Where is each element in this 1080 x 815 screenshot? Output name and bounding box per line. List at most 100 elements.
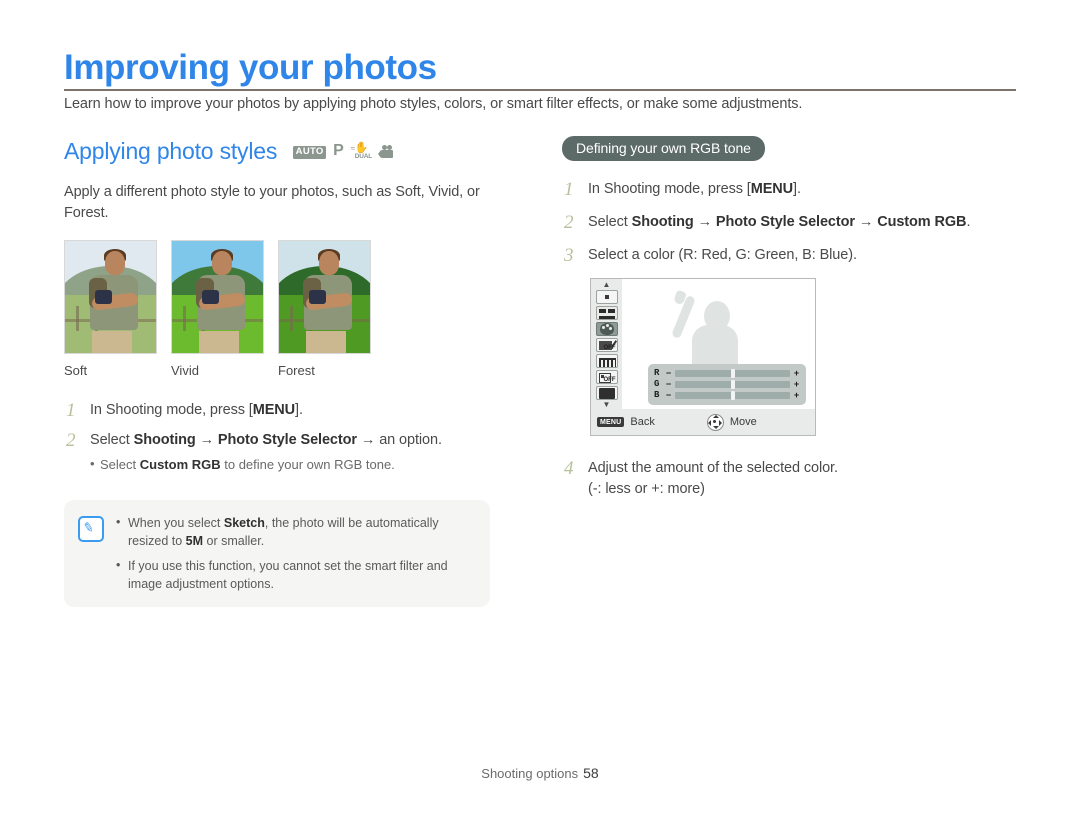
rgb-slider-track[interactable] <box>675 391 790 400</box>
step-item: 3 Select a color (R: Red, G: Green, B: B… <box>562 245 1022 266</box>
section-body-text: Apply a different photo style to your ph… <box>64 184 480 221</box>
left-step-list: 1 In Shooting mode, press [MENU]. 2 Sele… <box>64 400 534 474</box>
supported-modes-icons: AUTO P ≈ ✋ DUAL <box>293 141 396 160</box>
step-number: 4 <box>564 458 574 479</box>
footer-section-label: Shooting options <box>481 766 579 781</box>
movie-body-glyph <box>380 149 393 158</box>
image-adjust-icon[interactable] <box>595 354 618 368</box>
camera-lcd-mockup: ▲ OFF OFF ▼ R − + G − + B − + MENU Back … <box>590 278 816 436</box>
page-title: Improving your photos <box>64 48 437 87</box>
move-action-label: Move <box>729 416 757 428</box>
chevron-down-icon[interactable]: ▼ <box>603 401 611 409</box>
rgb-plus-button[interactable]: + <box>793 369 800 378</box>
step-text: Select Shooting → Photo Style Selector →… <box>588 214 971 230</box>
quality-block <box>607 309 615 313</box>
sample-photo-forest: Forest <box>278 240 371 378</box>
movie-reel-right-glyph <box>386 144 392 150</box>
palette-dot <box>605 324 609 327</box>
note-pen-icon: ✎ <box>78 516 104 542</box>
dual-is-mode-icon: ≈ ✋ DUAL <box>351 142 373 160</box>
sample-thumbnail-image <box>278 240 371 354</box>
frame-guide-icon[interactable] <box>595 386 618 400</box>
step-number: 1 <box>564 179 574 200</box>
step-text: Select Shooting → Photo Style Selector →… <box>90 432 442 448</box>
rgb-slider-knob[interactable] <box>730 391 735 400</box>
movie-mode-icon <box>377 144 396 159</box>
section-title: Applying photo styles <box>64 137 278 164</box>
smart-filter-off-label: OFF <box>603 345 616 351</box>
note-pen-glyph: ✎ <box>81 519 96 536</box>
rgb-minus-button[interactable]: − <box>665 369 672 378</box>
dpad-down-glyph <box>712 426 719 429</box>
frame-guide-glyph <box>598 387 615 399</box>
thumb-person-pants <box>306 331 347 353</box>
right-column: Defining your own RGB tone 1 In Shooting… <box>562 136 1022 509</box>
footer-page-number: 58 <box>583 765 599 781</box>
thumb-person-camera <box>95 290 113 305</box>
step-item: 2 Select Shooting → Photo Style Selector… <box>64 430 534 474</box>
thumb-person-head <box>212 251 233 276</box>
quality-block <box>598 316 615 319</box>
section-heading-applying-photo-styles: Applying photo styles AUTO P ≈ ✋ DUAL <box>64 136 534 166</box>
photo-style-selector-icon[interactable] <box>595 322 618 336</box>
title-divider <box>64 89 1016 91</box>
note-item: When you select Sketch, the photo will b… <box>116 513 474 550</box>
step-number: 2 <box>564 212 574 233</box>
palette-dot <box>609 327 612 330</box>
thumb-person-head <box>105 251 126 276</box>
page-intro-text: Learn how to improve your photos by appl… <box>64 96 803 112</box>
rgb-channel-label: R <box>654 368 660 378</box>
quality-block <box>598 309 606 313</box>
face-detection-off-icon[interactable]: OFF <box>595 370 618 384</box>
step-item: 2 Select Shooting → Photo Style Selector… <box>562 212 1022 233</box>
sample-photo-label: Forest <box>278 363 315 378</box>
smart-filter-off-icon[interactable]: OFF <box>595 338 618 352</box>
step-number: 2 <box>66 430 76 451</box>
chevron-up-icon[interactable]: ▲ <box>603 281 611 289</box>
step-item: 1 In Shooting mode, press [MENU]. <box>64 400 534 421</box>
note-item: If you use this function, you cannot set… <box>116 556 474 593</box>
rgb-adjust-panel: R − + G − + B − + <box>648 364 806 405</box>
note-list: When you select Sketch, the photo will b… <box>116 513 474 593</box>
right-step-list: 1 In Shooting mode, press [MENU]. 2 Sele… <box>562 179 1022 266</box>
lcd-status-bar: MENU Back Move <box>591 409 815 435</box>
rgb-channel-label: B <box>654 390 660 400</box>
subsection-badge: Defining your own RGB tone <box>562 136 765 161</box>
sample-photo-label: Soft <box>64 363 88 378</box>
rgb-minus-button[interactable]: − <box>665 391 672 400</box>
rgb-slider-knob[interactable] <box>730 380 735 389</box>
dual-is-label: DUAL <box>354 152 373 160</box>
sample-photo-vivid: Vivid <box>171 240 264 378</box>
photo-size-icon[interactable] <box>595 290 618 304</box>
auto-mode-icon: AUTO <box>293 146 327 159</box>
rgb-slider-track[interactable] <box>675 380 790 389</box>
program-mode-icon: P <box>333 141 344 159</box>
dpad-up-glyph <box>712 415 719 418</box>
document-page: Improving your photos Learn how to impro… <box>0 0 1080 815</box>
step-number: 1 <box>66 400 76 421</box>
step-text: Select a color (R: Red, G: Green, B: Blu… <box>588 247 857 263</box>
rgb-plus-button[interactable]: + <box>793 380 800 389</box>
back-action-label: Back <box>630 416 655 428</box>
rgb-slider-row-g[interactable]: G − + <box>654 379 800 390</box>
thumb-person-head <box>319 251 340 276</box>
rgb-channel-label: G <box>654 379 660 389</box>
rgb-slider-row-r[interactable]: R − + <box>654 368 800 379</box>
menu-button-icon[interactable]: MENU <box>597 417 625 427</box>
rgb-plus-button[interactable]: + <box>793 391 800 400</box>
rgb-slider-track[interactable] <box>675 369 790 378</box>
thumb-person-pants <box>92 331 133 353</box>
step-item: 4 Adjust the amount of the selected colo… <box>562 458 1022 500</box>
step-text: In Shooting mode, press [MENU]. <box>90 402 303 418</box>
step-text: Adjust the amount of the selected color. <box>588 460 838 476</box>
dpad-icon <box>706 413 724 431</box>
rgb-minus-button[interactable]: − <box>665 380 672 389</box>
rgb-slider-knob[interactable] <box>730 369 735 378</box>
sample-photo-soft: Soft <box>64 240 157 378</box>
image-adjust-bars-glyph <box>598 358 616 367</box>
lcd-menu-sidebar: ▲ OFF OFF ▼ <box>591 279 622 409</box>
rgb-slider-row-b[interactable]: B − + <box>654 390 800 401</box>
thumb-person-camera <box>202 290 220 305</box>
step-sub-bullet: Select Custom RGB to define your own RGB… <box>90 454 442 474</box>
quality-icon[interactable] <box>595 306 618 320</box>
